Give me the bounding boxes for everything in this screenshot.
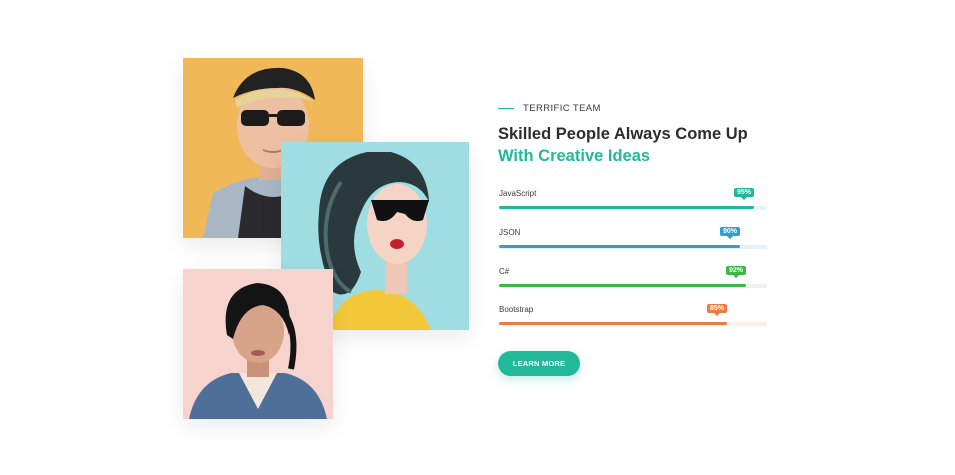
skill-bar-csharp: C# 92%	[499, 266, 767, 289]
heading-line-2: With Creative Ideas	[498, 147, 651, 165]
skill-bar-json: JSON 90%	[499, 227, 767, 250]
skill-percent-badge: 85%	[706, 304, 727, 316]
skill-fill	[499, 284, 746, 287]
skill-bar-javascript: JavaScript 95%	[499, 188, 767, 211]
skill-fill	[499, 322, 727, 325]
skill-bar-bootstrap: Bootstrap 85%	[499, 304, 767, 327]
skill-track	[499, 205, 767, 211]
heading-line-1: Skilled People Always Come Up	[498, 125, 748, 143]
learn-more-button[interactable]: LEARN MORE	[498, 351, 580, 376]
eyebrow-line	[498, 108, 514, 109]
skill-track	[499, 321, 767, 327]
skill-fill	[499, 245, 740, 248]
team-photo-woman-denim	[183, 269, 333, 419]
skill-percent-badge: 95%	[733, 188, 754, 200]
skill-track	[499, 283, 767, 289]
section-eyebrow: TERRIFIC TEAM	[498, 103, 601, 114]
woman-denim-portrait-image	[183, 269, 333, 419]
skill-percent-badge: 92%	[725, 266, 746, 278]
section-heading: Skilled People Always Come Up With Creat…	[498, 123, 748, 167]
skill-percent-badge: 90%	[719, 227, 740, 239]
skill-fill	[499, 206, 754, 209]
skill-label: JavaScript	[499, 189, 537, 198]
eyebrow-label: TERRIFIC TEAM	[523, 103, 601, 114]
skill-track	[499, 244, 767, 250]
